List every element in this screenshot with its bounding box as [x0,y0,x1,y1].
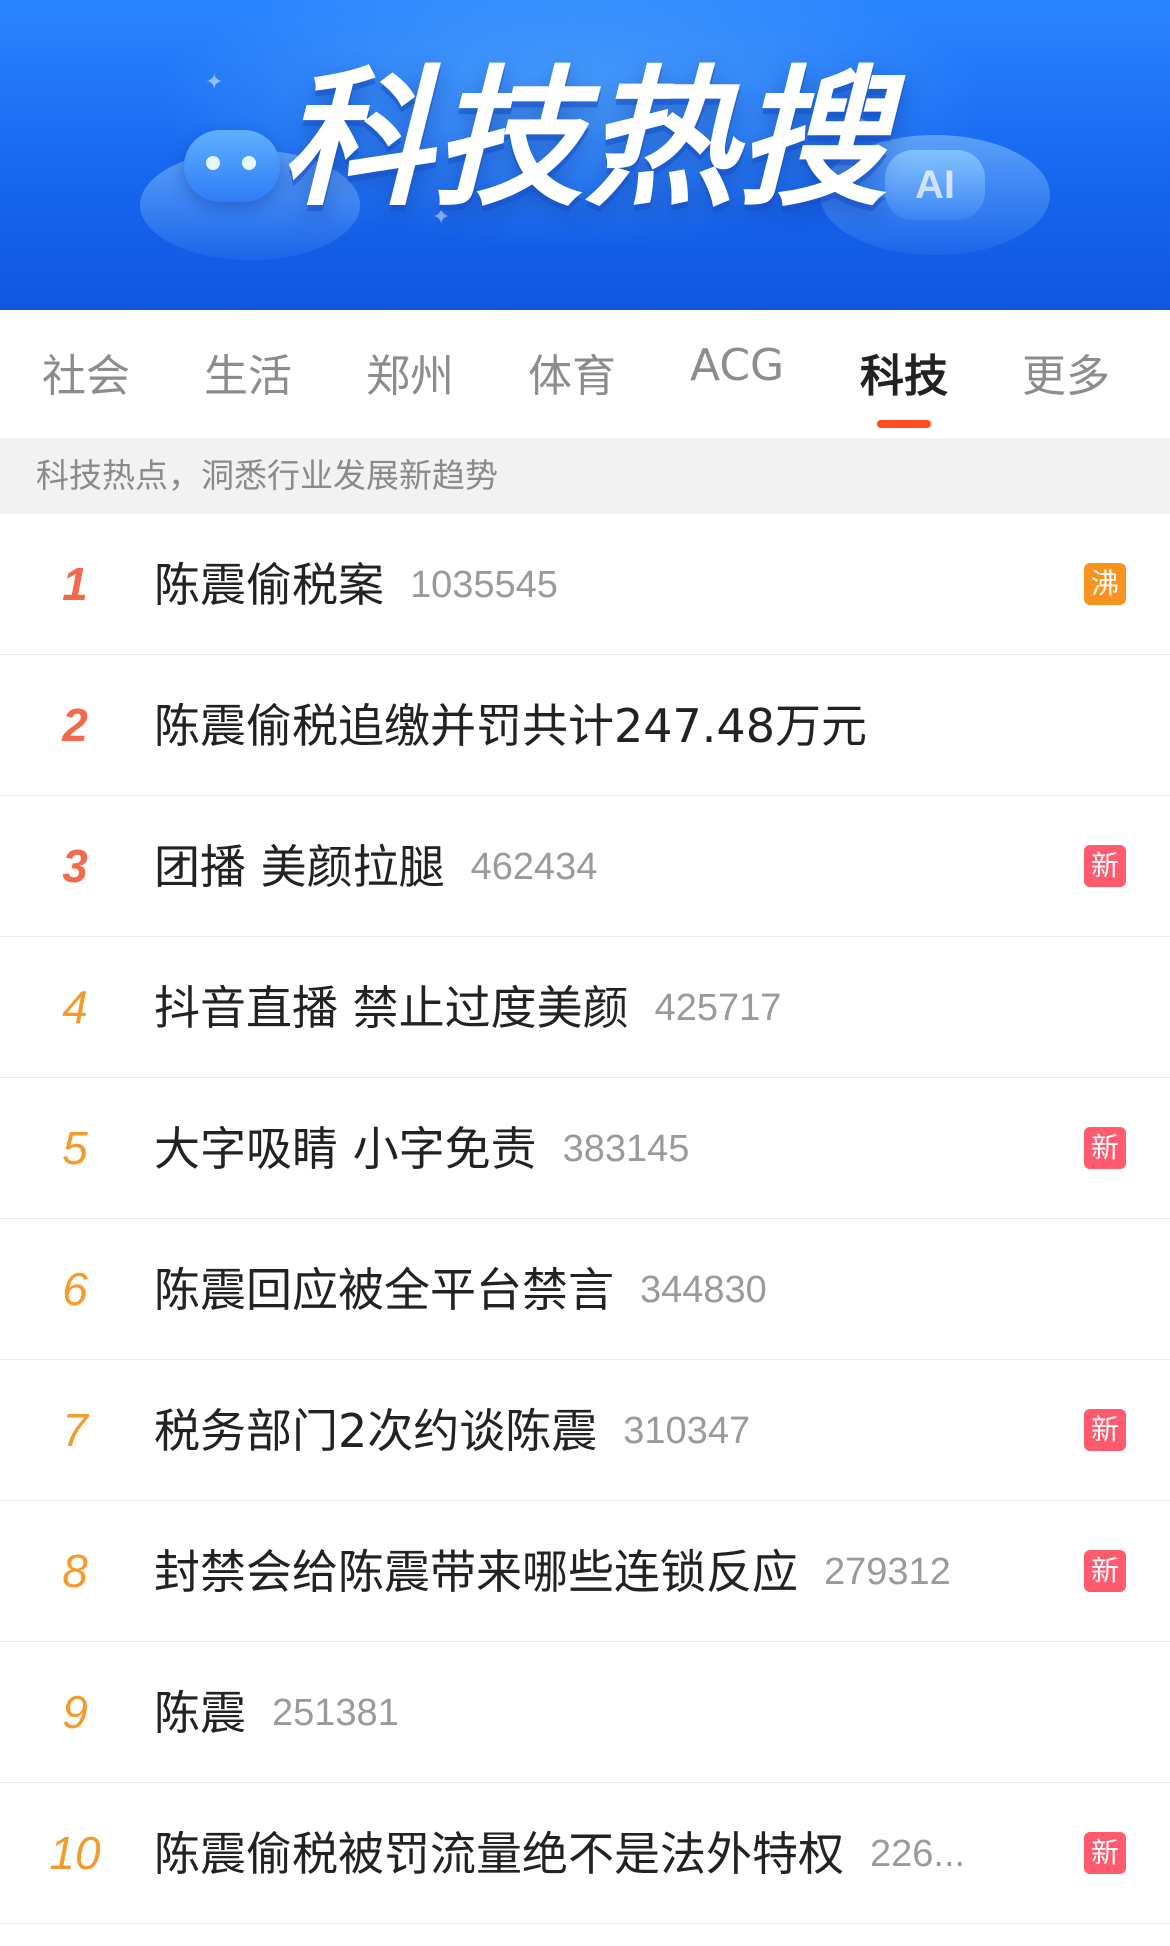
list-item[interactable]: 7 税务部门2次约谈陈震 310347 新 [0,1360,1170,1501]
rank-number: 5 [62,1122,88,1174]
list-item[interactable]: 3 团播 美颜拉腿 462434 新 [0,796,1170,937]
topic-title[interactable]: 抖音直播 禁止过度美颜 [154,981,629,1035]
hot-badge: 沸 [1084,563,1126,605]
new-badge: 新 [1084,1832,1126,1874]
topic-title[interactable]: 大字吸睛 小字免责 [154,1122,537,1176]
tab-tech[interactable]: 科技 [860,340,948,404]
heat-count: 226... [870,1833,966,1875]
heat-count: 344830 [640,1269,767,1311]
heat-count: 425717 [654,987,782,1029]
list-item[interactable]: 10 陈震偷税被罚流量绝不是法外特权 226... 新 [0,1783,1170,1924]
rank-number: 8 [62,1545,88,1597]
rank-number: 6 [62,1263,88,1315]
heat-count: 310347 [623,1410,751,1452]
list-item[interactable]: 4 抖音直播 禁止过度美颜 425717 [0,937,1170,1078]
tab-more[interactable]: 更多 [1022,340,1110,404]
tab-sports[interactable]: 体育 [528,340,616,404]
active-tab-indicator [877,420,931,428]
new-badge: 新 [1084,1409,1126,1451]
tab-society[interactable]: 社会 [42,340,130,404]
heat-count: 1035545 [410,564,558,606]
tab-zhengzhou[interactable]: 郑州 [366,340,454,404]
topic-title[interactable]: 陈震回应被全平台禁言 [154,1263,614,1317]
topic-title[interactable]: 封禁会给陈震带来哪些连锁反应 [154,1545,798,1599]
rank-number: 10 [49,1827,101,1879]
topic-title[interactable]: 陈震偷税案 [154,558,384,612]
list-item[interactable]: 2 陈震偷税追缴并罚共计247.48万元 [0,655,1170,796]
list-item[interactable]: 5 大字吸睛 小字免责 383145 新 [0,1078,1170,1219]
rank-number: 4 [62,981,88,1033]
banner-title: 科技热搜 [280,53,889,227]
new-badge: 新 [1084,1550,1126,1592]
new-badge: 新 [1084,1127,1126,1169]
list-item[interactable]: 6 陈震回应被全平台禁言 344830 [0,1219,1170,1360]
list-item[interactable]: 8 封禁会给陈震带来哪些连锁反应 279312 新 [0,1501,1170,1642]
new-badge: 新 [1084,845,1126,887]
tab-acg[interactable]: ACG [690,340,784,391]
rank-number: 1 [62,558,88,610]
topic-title[interactable]: 陈震偷税被罚流量绝不是法外特权 [154,1827,844,1881]
hot-search-list: 1 陈震偷税案 1035545 沸 2 陈震偷税追缴并罚共计247.48万元 3 … [0,514,1170,1924]
section-subtitle: 科技热点，洞悉行业发展新趋势 [0,438,1170,514]
heat-count: 383145 [562,1128,690,1170]
topic-title[interactable]: 陈震 [154,1686,246,1740]
list-item[interactable]: 1 陈震偷税案 1035545 沸 [0,514,1170,655]
rank-number: 7 [62,1404,88,1456]
topic-title[interactable]: 团播 美颜拉腿 [154,840,445,894]
heat-count: 462434 [470,846,598,888]
topic-title[interactable]: 陈震偷税追缴并罚共计247.48万元 [154,699,867,753]
rank-number: 2 [62,699,88,751]
list-item[interactable]: 9 陈震 251381 [0,1642,1170,1783]
category-tabs: 社会 生活 郑州 体育 ACG 科技 更多 [0,310,1170,438]
heat-count: 251381 [272,1692,399,1734]
topic-title[interactable]: 税务部门2次约谈陈震 [154,1404,597,1458]
banner: AI ✦ ✦ ✦ 科技热搜 [0,0,1170,310]
rank-number: 9 [62,1686,88,1738]
heat-count: 279312 [824,1551,951,1593]
tab-life[interactable]: 生活 [204,340,292,404]
rank-number: 3 [62,840,88,892]
